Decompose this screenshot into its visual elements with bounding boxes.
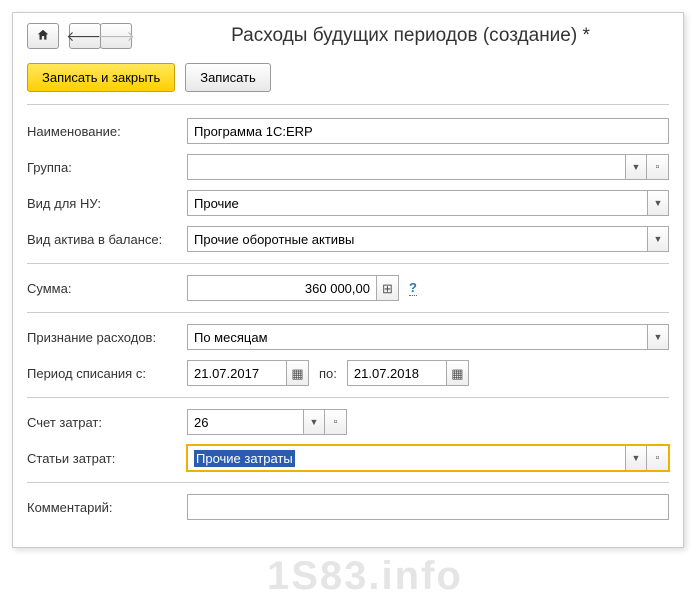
page-title: Расходы будущих периодов (создание) * xyxy=(152,25,669,47)
open-icon: ▫ xyxy=(334,416,338,428)
recognition-dropdown-button[interactable]: ▼ xyxy=(647,324,669,350)
open-icon: ▫ xyxy=(656,452,660,464)
calculator-icon: ⊞ xyxy=(380,280,396,296)
chevron-down-icon: ▼ xyxy=(310,417,319,427)
balance-asset-label: Вид актива в балансе: xyxy=(27,232,187,247)
name-label: Наименование: xyxy=(27,124,187,139)
home-icon xyxy=(36,28,50,45)
cost-items-open-button[interactable]: ▫ xyxy=(647,445,669,471)
balance-asset-dropdown-button[interactable]: ▼ xyxy=(647,226,669,252)
calendar-icon: ▦ xyxy=(290,365,306,381)
cost-account-dropdown-button[interactable]: ▼ xyxy=(303,409,325,435)
home-button[interactable] xyxy=(27,23,59,49)
chevron-down-icon: ▼ xyxy=(632,162,641,172)
period-from-calendar-button[interactable]: ▦ xyxy=(287,360,309,386)
recognition-label: Признание расходов: xyxy=(27,330,187,345)
period-to-label: по: xyxy=(319,366,337,381)
comment-input[interactable] xyxy=(187,494,669,520)
nu-type-input[interactable] xyxy=(187,190,647,216)
comment-label: Комментарий: xyxy=(27,500,187,515)
open-icon: ▫ xyxy=(656,161,660,173)
period-to-input[interactable] xyxy=(347,360,447,386)
period-from-input[interactable] xyxy=(187,360,287,386)
cost-items-dropdown-button[interactable]: ▼ xyxy=(625,445,647,471)
cost-items-label: Статьи затрат: xyxy=(27,451,187,466)
chevron-down-icon: ▼ xyxy=(632,453,641,463)
period-from-label: Период списания с: xyxy=(27,366,187,381)
nu-type-dropdown-button[interactable]: ▼ xyxy=(647,190,669,216)
help-button[interactable]: ? xyxy=(409,280,417,296)
amount-input[interactable] xyxy=(187,275,377,301)
chevron-down-icon: ▼ xyxy=(654,234,663,244)
cost-items-input[interactable]: Прочие затраты xyxy=(187,445,625,471)
save-close-button[interactable]: Записать и закрыть xyxy=(27,63,175,92)
recognition-input[interactable] xyxy=(187,324,647,350)
cost-items-selected-text: Прочие затраты xyxy=(194,450,295,467)
calculator-button[interactable]: ⊞ xyxy=(377,275,399,301)
cost-account-label: Счет затрат: xyxy=(27,415,187,430)
cost-account-open-button[interactable]: ▫ xyxy=(325,409,347,435)
group-input[interactable] xyxy=(187,154,625,180)
amount-label: Сумма: xyxy=(27,281,187,296)
nu-type-label: Вид для НУ: xyxy=(27,196,187,211)
calendar-icon: ▦ xyxy=(449,365,465,381)
watermark: 1S83.info xyxy=(267,554,463,599)
chevron-down-icon: ▼ xyxy=(654,198,663,208)
forward-button: 🡒 xyxy=(100,23,132,49)
save-button[interactable]: Записать xyxy=(185,63,271,92)
cost-account-input[interactable] xyxy=(187,409,303,435)
arrow-right-icon: 🡒 xyxy=(97,28,135,45)
balance-asset-input[interactable] xyxy=(187,226,647,252)
group-label: Группа: xyxy=(27,160,187,175)
name-input[interactable] xyxy=(187,118,669,144)
group-dropdown-button[interactable]: ▼ xyxy=(625,154,647,180)
period-to-calendar-button[interactable]: ▦ xyxy=(447,360,469,386)
group-open-button[interactable]: ▫ xyxy=(647,154,669,180)
chevron-down-icon: ▼ xyxy=(654,332,663,342)
back-button[interactable]: 🡐 xyxy=(69,23,101,49)
